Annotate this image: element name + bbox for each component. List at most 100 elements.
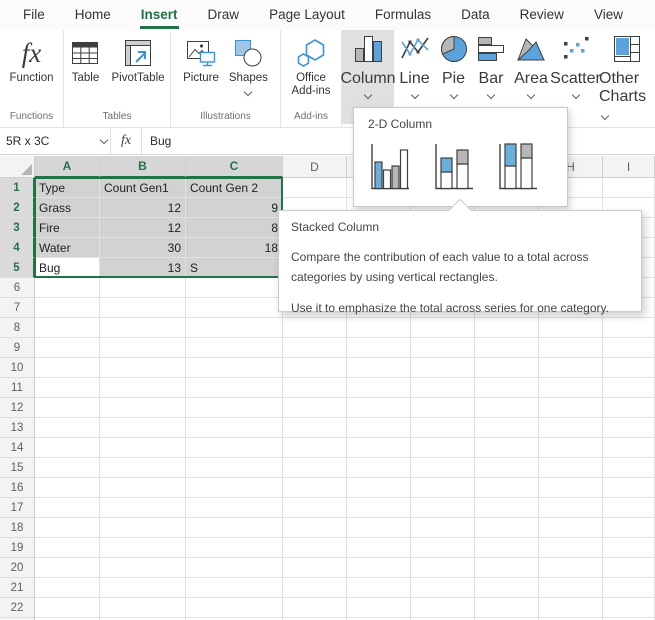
cell-C6[interactable] (186, 278, 283, 298)
cell-D10[interactable] (283, 358, 347, 378)
row-header-21[interactable]: 21 (0, 578, 35, 598)
row-header-1[interactable]: 1 (0, 178, 35, 198)
row-header-16[interactable]: 16 (0, 478, 35, 498)
cell-G14[interactable] (475, 438, 539, 458)
name-box[interactable]: 5R x 3C (0, 128, 97, 154)
cell-D19[interactable] (283, 538, 347, 558)
cell-F21[interactable] (411, 578, 475, 598)
cell-H10[interactable] (539, 358, 603, 378)
cell-D17[interactable] (283, 498, 347, 518)
row-header-6[interactable]: 6 (0, 278, 35, 298)
cell-C16[interactable] (186, 478, 283, 498)
col-header-A[interactable]: A (35, 156, 100, 178)
cell-E22[interactable] (347, 598, 411, 618)
row-header-10[interactable]: 10 (0, 358, 35, 378)
cell-E13[interactable] (347, 418, 411, 438)
cell-A18[interactable] (35, 518, 100, 538)
cell-C10[interactable] (186, 358, 283, 378)
cell-H21[interactable] (539, 578, 603, 598)
tab-formulas[interactable]: Formulas (360, 0, 446, 30)
cell-G12[interactable] (475, 398, 539, 418)
cell-E9[interactable] (347, 338, 411, 358)
col-header-B[interactable]: B (100, 156, 186, 178)
cell-C9[interactable] (186, 338, 283, 358)
cell-G8[interactable] (475, 318, 539, 338)
cell-B17[interactable] (100, 498, 186, 518)
row-header-11[interactable]: 11 (0, 378, 35, 398)
cell-G10[interactable] (475, 358, 539, 378)
cell-E10[interactable] (347, 358, 411, 378)
cell-I12[interactable] (603, 398, 655, 418)
cell-H22[interactable] (539, 598, 603, 618)
chart-option-clustered-column[interactable] (367, 138, 412, 196)
cell-F17[interactable] (411, 498, 475, 518)
row-header-4[interactable]: 4 (0, 238, 35, 258)
cell-B5[interactable]: 13 (100, 258, 186, 278)
cell-D11[interactable] (283, 378, 347, 398)
cell-F20[interactable] (411, 558, 475, 578)
cell-H14[interactable] (539, 438, 603, 458)
cell-D9[interactable] (283, 338, 347, 358)
col-header-D[interactable]: D (283, 156, 347, 178)
cell-C11[interactable] (186, 378, 283, 398)
shapes-button[interactable]: Shapes (224, 33, 273, 99)
cell-D1[interactable] (283, 178, 347, 198)
cell-I10[interactable] (603, 358, 655, 378)
chart-option-stacked-column[interactable] (431, 138, 476, 196)
cell-C22[interactable] (186, 598, 283, 618)
cell-D12[interactable] (283, 398, 347, 418)
row-header-13[interactable]: 13 (0, 418, 35, 438)
cell-C12[interactable] (186, 398, 283, 418)
cell-H12[interactable] (539, 398, 603, 418)
cell-I13[interactable] (603, 418, 655, 438)
cell-F16[interactable] (411, 478, 475, 498)
tab-data[interactable]: Data (446, 0, 505, 30)
cell-F15[interactable] (411, 458, 475, 478)
cell-F11[interactable] (411, 378, 475, 398)
cell-A3[interactable]: Fire (35, 218, 100, 238)
cell-F22[interactable] (411, 598, 475, 618)
row-header-18[interactable]: 18 (0, 518, 35, 538)
cell-F9[interactable] (411, 338, 475, 358)
cell-C13[interactable] (186, 418, 283, 438)
cell-H16[interactable] (539, 478, 603, 498)
col-header-C[interactable]: C (186, 156, 283, 178)
cell-H9[interactable] (539, 338, 603, 358)
cell-E21[interactable] (347, 578, 411, 598)
cell-A5[interactable]: Bug (35, 258, 100, 278)
cell-F14[interactable] (411, 438, 475, 458)
cell-I8[interactable] (603, 318, 655, 338)
tab-review[interactable]: Review (505, 0, 579, 30)
cell-B12[interactable] (100, 398, 186, 418)
cell-E19[interactable] (347, 538, 411, 558)
row-header-12[interactable]: 12 (0, 398, 35, 418)
cell-E20[interactable] (347, 558, 411, 578)
cell-A11[interactable] (35, 378, 100, 398)
cell-G17[interactable] (475, 498, 539, 518)
row-header-8[interactable]: 8 (0, 318, 35, 338)
tab-draw[interactable]: Draw (193, 0, 255, 30)
cell-I17[interactable] (603, 498, 655, 518)
cell-A12[interactable] (35, 398, 100, 418)
cell-H15[interactable] (539, 458, 603, 478)
cell-C8[interactable] (186, 318, 283, 338)
cell-A14[interactable] (35, 438, 100, 458)
cell-A16[interactable] (35, 478, 100, 498)
cell-C21[interactable] (186, 578, 283, 598)
cell-G16[interactable] (475, 478, 539, 498)
cell-H17[interactable] (539, 498, 603, 518)
cell-C7[interactable] (186, 298, 283, 318)
cell-F8[interactable] (411, 318, 475, 338)
cell-F10[interactable] (411, 358, 475, 378)
row-header-15[interactable]: 15 (0, 458, 35, 478)
cell-G20[interactable] (475, 558, 539, 578)
cell-I1[interactable] (603, 178, 655, 198)
cell-D16[interactable] (283, 478, 347, 498)
cell-A22[interactable] (35, 598, 100, 618)
cell-B8[interactable] (100, 318, 186, 338)
cell-I21[interactable] (603, 578, 655, 598)
cell-A19[interactable] (35, 538, 100, 558)
cell-B7[interactable] (100, 298, 186, 318)
cell-G19[interactable] (475, 538, 539, 558)
cell-C4[interactable]: 18 (186, 238, 283, 258)
